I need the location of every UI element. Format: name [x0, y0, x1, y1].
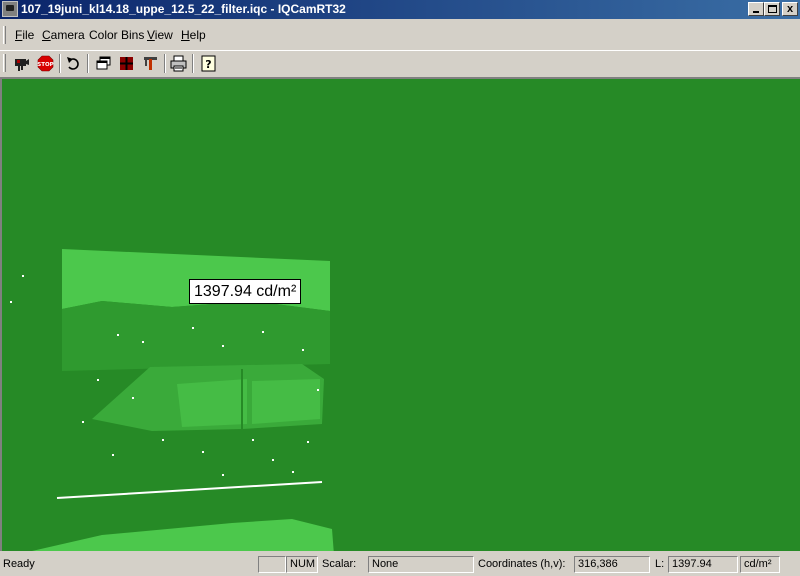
luminance-unit: cd/m²: [740, 556, 780, 573]
printer-icon: [170, 55, 187, 72]
luminance-tooltip: 1397.94 cd/m²: [189, 279, 302, 304]
luminance-image-view[interactable]: 1397.94 cd/m²: [0, 77, 800, 551]
menu-camera[interactable]: Camera: [42, 28, 85, 42]
menu-view[interactable]: View: [147, 28, 173, 42]
window-title: 107_19juni_kl14.18_uppe_12.5_22_filter.i…: [21, 2, 346, 16]
tools-icon: [144, 57, 157, 70]
luminance-label: L:: [655, 558, 665, 570]
toolbar-separator: [192, 54, 194, 73]
svg-text:STOP: STOP: [37, 62, 53, 68]
status-bar: Ready NUM Scalar: None Coordinates (h,v)…: [0, 553, 800, 576]
menu-file[interactable]: File: [15, 28, 34, 42]
title-bar[interactable]: 107_19juni_kl14.18_uppe_12.5_22_filter.i…: [0, 0, 800, 19]
luminance-image: [10, 249, 334, 551]
stop-button[interactable]: STOP: [35, 53, 56, 74]
status-ready: Ready: [3, 558, 35, 570]
stop-icon: STOP: [37, 55, 54, 72]
status-num-indicator: NUM: [286, 556, 318, 573]
help-button[interactable]: ?: [198, 53, 219, 74]
tools-button[interactable]: [140, 53, 161, 74]
restore-icon: [768, 5, 777, 13]
grid-button[interactable]: [116, 53, 137, 74]
scalar-label: Scalar:: [322, 558, 357, 570]
camera-icon: [15, 59, 29, 71]
windows-icon: [96, 56, 111, 70]
undo-arrow-icon: [67, 57, 79, 70]
minimize-icon: [753, 11, 759, 13]
toolbar-separator: [59, 54, 61, 73]
camera-button[interactable]: [11, 53, 32, 74]
windows-button[interactable]: [93, 53, 114, 74]
menu-help[interactable]: Help: [181, 28, 206, 42]
grid-icon: [120, 57, 133, 70]
undo-button[interactable]: [63, 53, 84, 74]
toolbar-separator: [164, 54, 166, 73]
app-icon[interactable]: [2, 1, 18, 17]
svg-text:?: ?: [205, 58, 211, 71]
toolbar: STOP ?: [0, 50, 800, 76]
restore-button[interactable]: [764, 2, 780, 16]
close-icon: x: [786, 3, 794, 15]
print-button[interactable]: [168, 53, 189, 74]
minimize-button[interactable]: [748, 2, 764, 16]
menu-bar: File Camera Color Bins View Help: [0, 22, 800, 48]
close-button[interactable]: x: [782, 2, 798, 16]
help-icon: ?: [201, 55, 216, 72]
toolbar-grip[interactable]: [3, 54, 6, 72]
coordinates-label: Coordinates (h,v):: [478, 558, 566, 570]
coordinates-value: 316,386: [574, 556, 650, 573]
menubar-grip[interactable]: [3, 26, 6, 44]
status-empty-field: [258, 556, 286, 573]
scalar-value: None: [368, 556, 474, 573]
toolbar-separator: [87, 54, 89, 73]
luminance-value: 1397.94: [668, 556, 738, 573]
menu-color-bins[interactable]: Color Bins: [89, 28, 144, 42]
